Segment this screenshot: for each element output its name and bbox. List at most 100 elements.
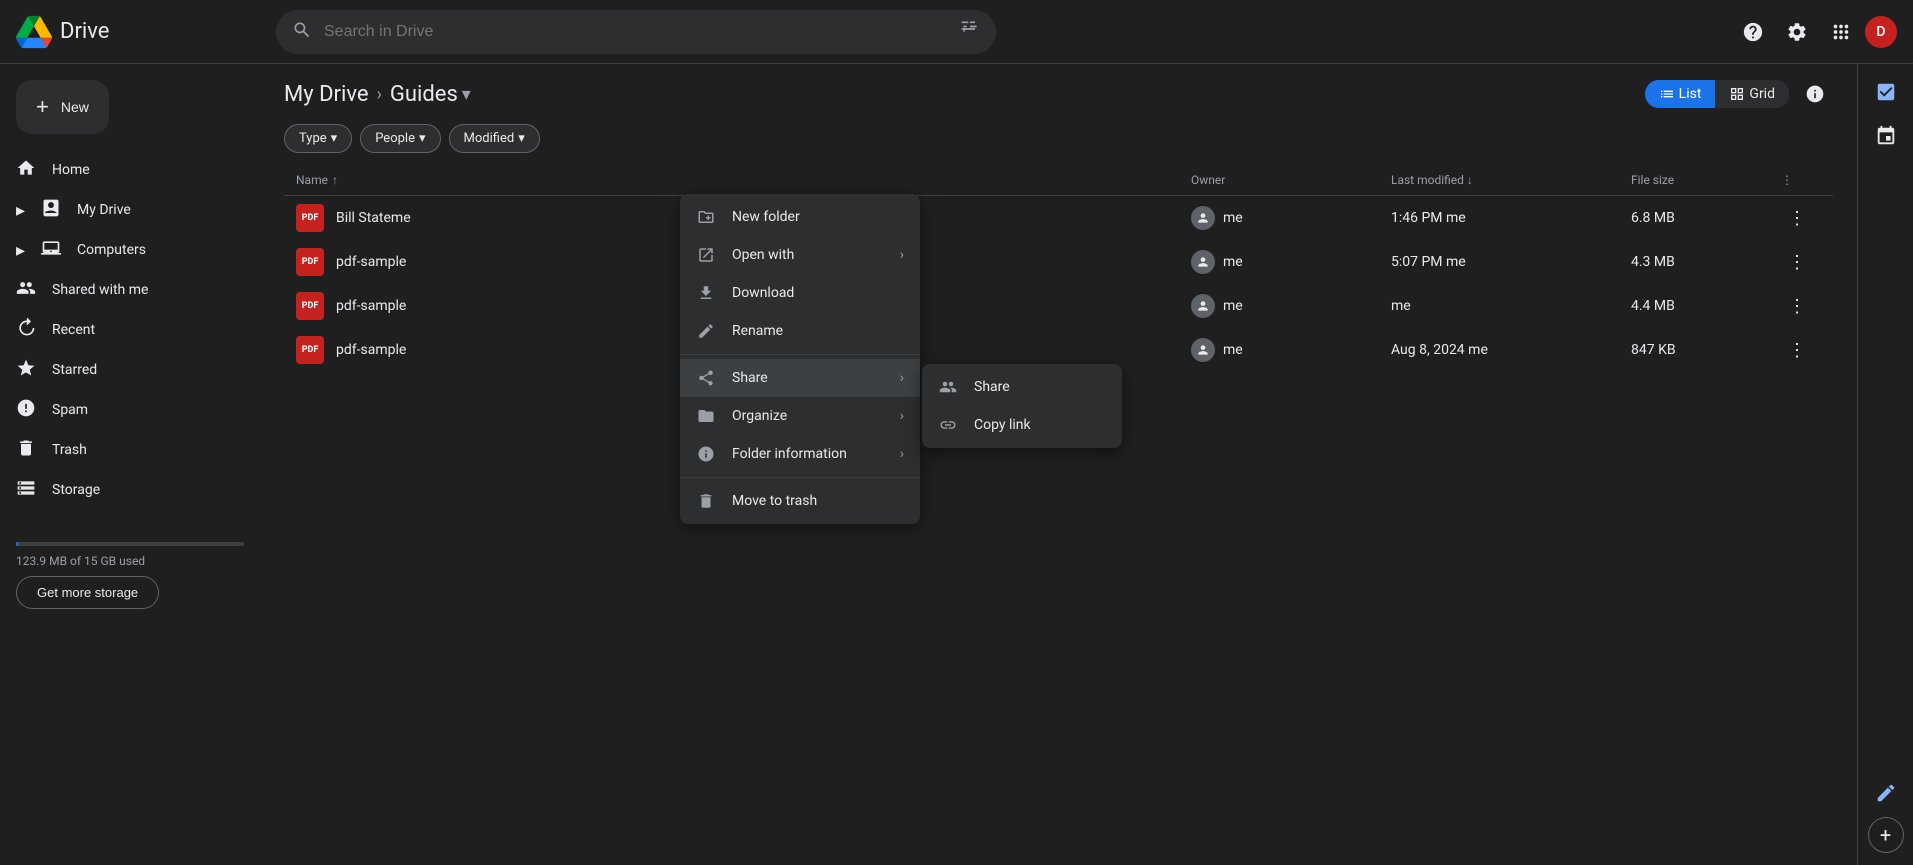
filter-modified[interactable]: Modified ▾ — [449, 124, 540, 153]
filter-people[interactable]: People ▾ — [360, 124, 440, 153]
owner-name: me — [1223, 342, 1243, 358]
col-header-more: ⋮ — [1781, 173, 1821, 187]
sub-menu-share[interactable]: Share — [922, 368, 1122, 406]
size-cell: 847 KB — [1631, 342, 1781, 358]
filter-type-label: Type — [299, 131, 327, 146]
context-menu-share[interactable]: Share › — [680, 359, 920, 397]
more-options-button[interactable]: ⋮ — [1781, 202, 1813, 234]
sidebar-item-starred[interactable]: Starred — [0, 350, 244, 390]
new-folder-icon — [696, 208, 716, 226]
organize-icon — [696, 407, 716, 425]
file-name: pdf-sample — [336, 298, 406, 314]
apps-button[interactable] — [1821, 12, 1861, 52]
owner-cell: me — [1191, 294, 1391, 318]
rs-add-button[interactable]: + — [1868, 817, 1904, 853]
owner-cell: me — [1191, 206, 1391, 230]
sub-menu-copy-link[interactable]: Copy link — [922, 406, 1122, 444]
share-arrow-icon: › — [900, 370, 904, 386]
context-menu-new-folder[interactable]: New folder — [680, 198, 920, 236]
context-menu-move-to-trash[interactable]: Move to trash — [680, 482, 920, 520]
ctx-folder-info-label: Folder information — [732, 446, 847, 462]
info-button[interactable] — [1797, 76, 1833, 112]
owner-name: me — [1223, 254, 1243, 270]
grid-view-button[interactable]: Grid — [1715, 80, 1789, 108]
home-icon — [16, 158, 36, 183]
starred-icon — [16, 358, 36, 383]
owner-cell: me — [1191, 338, 1391, 362]
context-menu-download[interactable]: Download — [680, 274, 920, 312]
sub-copy-link-icon — [938, 416, 958, 434]
sidebar-item-computers[interactable]: ▸ Computers — [0, 230, 244, 270]
sidebar-item-my-drive[interactable]: ▸ My Drive — [0, 190, 244, 230]
rs-edit-icon[interactable] — [1866, 773, 1906, 813]
more-options-button[interactable]: ⋮ — [1781, 334, 1813, 366]
sub-copy-link-label: Copy link — [974, 417, 1031, 433]
storage-section: 123.9 MB of 15 GB used Get more storage — [0, 518, 260, 625]
sidebar-item-label-starred: Starred — [52, 362, 97, 378]
right-sidebar: + — [1857, 64, 1913, 865]
sidebar-item-shared-with-me[interactable]: Shared with me — [0, 270, 244, 310]
new-button[interactable]: + New — [16, 80, 109, 134]
sub-share-label: Share — [974, 379, 1010, 395]
modified-cell: 1:46 PM me — [1391, 210, 1631, 226]
filter-people-chevron: ▾ — [419, 131, 426, 146]
settings-button[interactable] — [1777, 12, 1817, 52]
search-bar[interactable] — [276, 10, 996, 54]
more-options-button[interactable]: ⋮ — [1781, 246, 1813, 278]
table-row[interactable]: PDF pdf-sample me 5:07 PM me 4.3 MB ⋮ — [284, 240, 1833, 284]
storage-bar-background — [16, 542, 244, 546]
sidebar-item-recent[interactable]: Recent — [0, 310, 244, 350]
sidebar-item-storage[interactable]: Storage — [0, 470, 244, 510]
owner-avatar — [1191, 294, 1215, 318]
col-header-name[interactable]: Name ↑ — [296, 173, 1191, 187]
search-filter-icon[interactable] — [960, 19, 980, 44]
context-menu-rename[interactable]: Rename — [680, 312, 920, 350]
move-trash-icon — [696, 492, 716, 510]
computers-icon — [41, 238, 61, 263]
ctx-open-with-label: Open with — [732, 247, 794, 263]
sidebar-item-label-recent: Recent — [52, 322, 95, 338]
storage-icon — [16, 478, 36, 503]
content-area: My Drive › Guides ▾ List Grid — [260, 64, 1857, 865]
rs-calendar-icon[interactable] — [1866, 116, 1906, 156]
topbar-right: D — [1733, 12, 1897, 52]
context-menu-folder-information[interactable]: Folder information › — [680, 435, 920, 473]
search-input[interactable] — [324, 23, 948, 41]
list-view-label: List — [1679, 86, 1702, 102]
ctx-share-label: Share — [732, 370, 768, 386]
col-header-modified[interactable]: Last modified ↓ — [1391, 173, 1631, 187]
get-storage-button[interactable]: Get more storage — [16, 576, 159, 609]
new-button-label: New — [61, 99, 89, 115]
filter-modified-label: Modified — [464, 131, 515, 146]
modified-cell: me — [1391, 298, 1631, 314]
table-row[interactable]: PDF pdf-sample me me 4.4 MB ⋮ — [284, 284, 1833, 328]
sidebar-item-home[interactable]: Home — [0, 150, 244, 190]
search-icon — [292, 20, 312, 44]
filter-type-chevron: ▾ — [331, 131, 338, 146]
sidebar-item-spam[interactable]: Spam — [0, 390, 244, 430]
breadcrumb-parent[interactable]: My Drive — [284, 82, 369, 107]
help-button[interactable] — [1733, 12, 1773, 52]
modified-cell: Aug 8, 2024 me — [1391, 342, 1631, 358]
breadcrumb-current[interactable]: Guides ▾ — [390, 82, 471, 107]
open-with-arrow-icon: › — [900, 247, 904, 263]
filter-people-label: People — [375, 131, 415, 146]
table-header: Name ↑ Owner Last modified ↓ File size ⋮ — [284, 165, 1833, 196]
folder-info-arrow-icon: › — [900, 446, 904, 462]
table-row[interactable]: PDF Bill Stateme me 1:46 PM me 6.8 MB ⋮ — [284, 196, 1833, 240]
list-view-button[interactable]: List — [1645, 80, 1716, 108]
drive-logo-icon — [16, 14, 52, 50]
pdf-icon: PDF — [296, 248, 324, 276]
sidebar-item-trash[interactable]: Trash — [0, 430, 244, 470]
sidebar-item-label-computers: Computers — [77, 242, 146, 258]
more-options-button[interactable]: ⋮ — [1781, 290, 1813, 322]
rs-tasks-icon[interactable] — [1866, 72, 1906, 112]
view-toggle: List Grid — [1645, 80, 1789, 108]
sidebar-item-label-home: Home — [52, 162, 90, 178]
ctx-organize-label: Organize — [732, 408, 787, 424]
context-menu-organize[interactable]: Organize › — [680, 397, 920, 435]
context-menu-open-with[interactable]: Open with › — [680, 236, 920, 274]
user-avatar[interactable]: D — [1865, 16, 1897, 48]
filter-type[interactable]: Type ▾ — [284, 124, 352, 153]
file-name: pdf-sample — [336, 254, 406, 270]
